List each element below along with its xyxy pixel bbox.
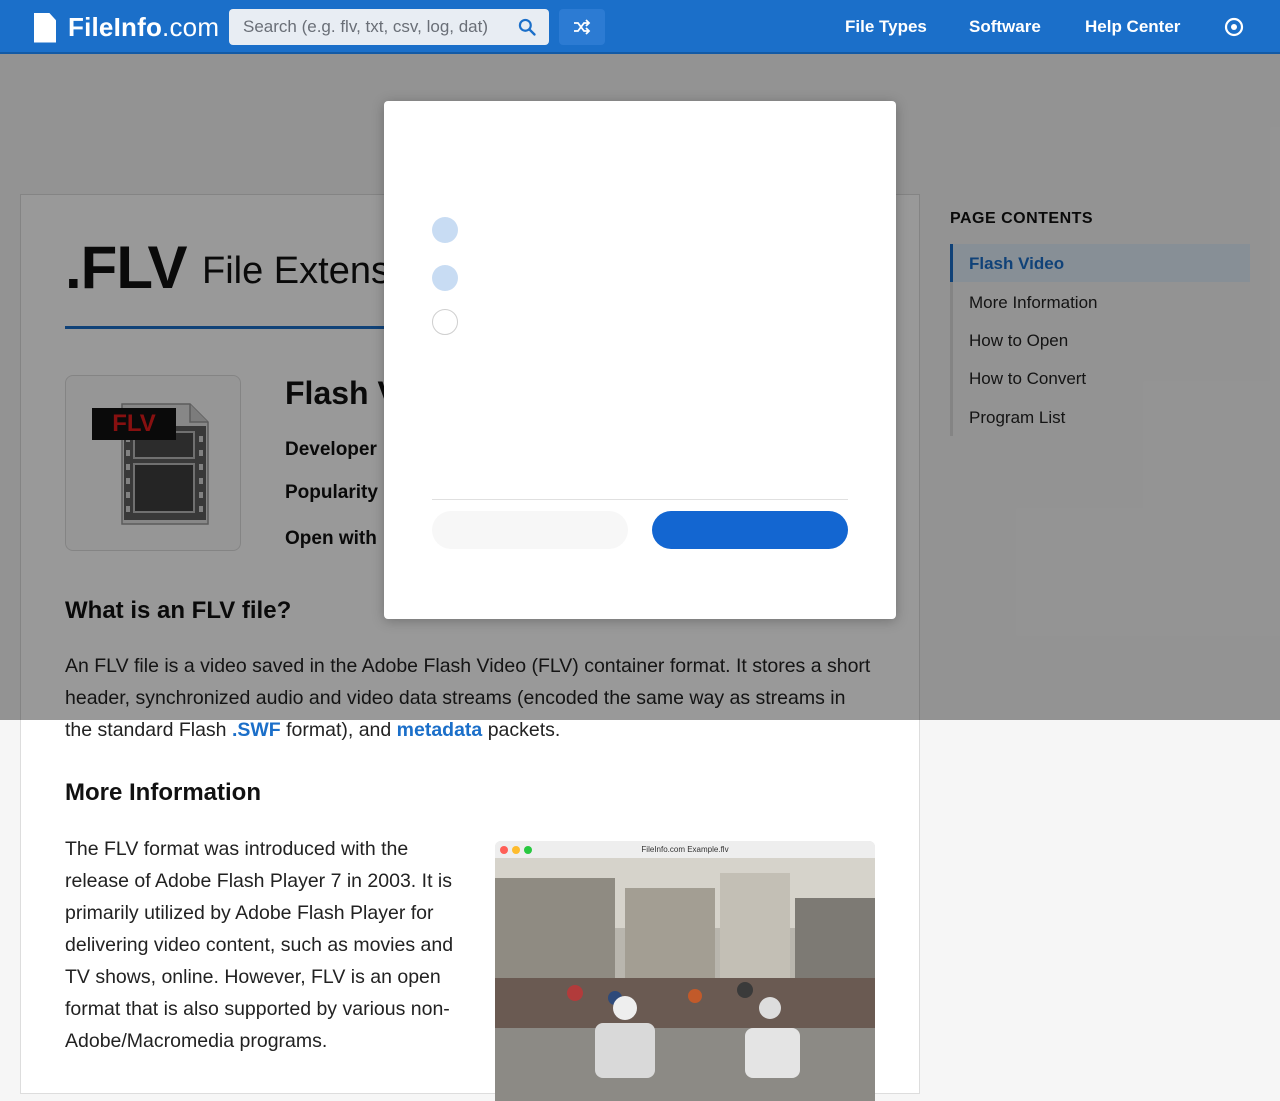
- nav-help-center[interactable]: Help Center: [1085, 17, 1180, 37]
- random-file-button[interactable]: [559, 9, 605, 45]
- nav-software[interactable]: Software: [969, 17, 1041, 37]
- dialog-primary-button[interactable]: [652, 511, 848, 549]
- top-navigation-bar: FileInfo.com File Types Software Help Ce…: [0, 0, 1280, 54]
- video-window-titlebar: FileInfo.com Example.flv: [495, 841, 875, 858]
- example-video-screenshot: FileInfo.com Example.flv: [495, 841, 875, 1101]
- search-box: [229, 9, 549, 45]
- street-scene-image: [495, 858, 875, 1101]
- consent-dialog: [384, 101, 896, 619]
- search-input[interactable]: [229, 9, 537, 45]
- nav-file-types[interactable]: File Types: [845, 17, 927, 37]
- settings-gear-icon[interactable]: [1222, 15, 1246, 39]
- file-icon: [34, 12, 56, 43]
- dialog-divider: [432, 499, 848, 500]
- logo-text: FileInfo.com: [68, 12, 220, 42]
- more-info-heading: More Information: [65, 779, 261, 806]
- dialog-secondary-button[interactable]: [432, 511, 628, 549]
- dialog-option-1-radio[interactable]: [432, 217, 458, 243]
- dialog-option-2-radio[interactable]: [432, 265, 458, 291]
- shuffle-icon: [574, 19, 591, 35]
- zoom-dot-icon: [524, 846, 532, 854]
- more-info-paragraph: The FLV format was introduced with the r…: [65, 838, 454, 1052]
- swf-link[interactable]: .SWF: [232, 719, 281, 741]
- minimize-dot-icon: [512, 846, 520, 854]
- site-logo[interactable]: FileInfo.com: [34, 12, 219, 43]
- dialog-option-3-radio[interactable]: [432, 309, 458, 335]
- close-dot-icon: [500, 846, 508, 854]
- search-icon[interactable]: [517, 17, 537, 37]
- metadata-link[interactable]: metadata: [397, 719, 483, 741]
- video-window-title: FileInfo.com Example.flv: [641, 845, 729, 854]
